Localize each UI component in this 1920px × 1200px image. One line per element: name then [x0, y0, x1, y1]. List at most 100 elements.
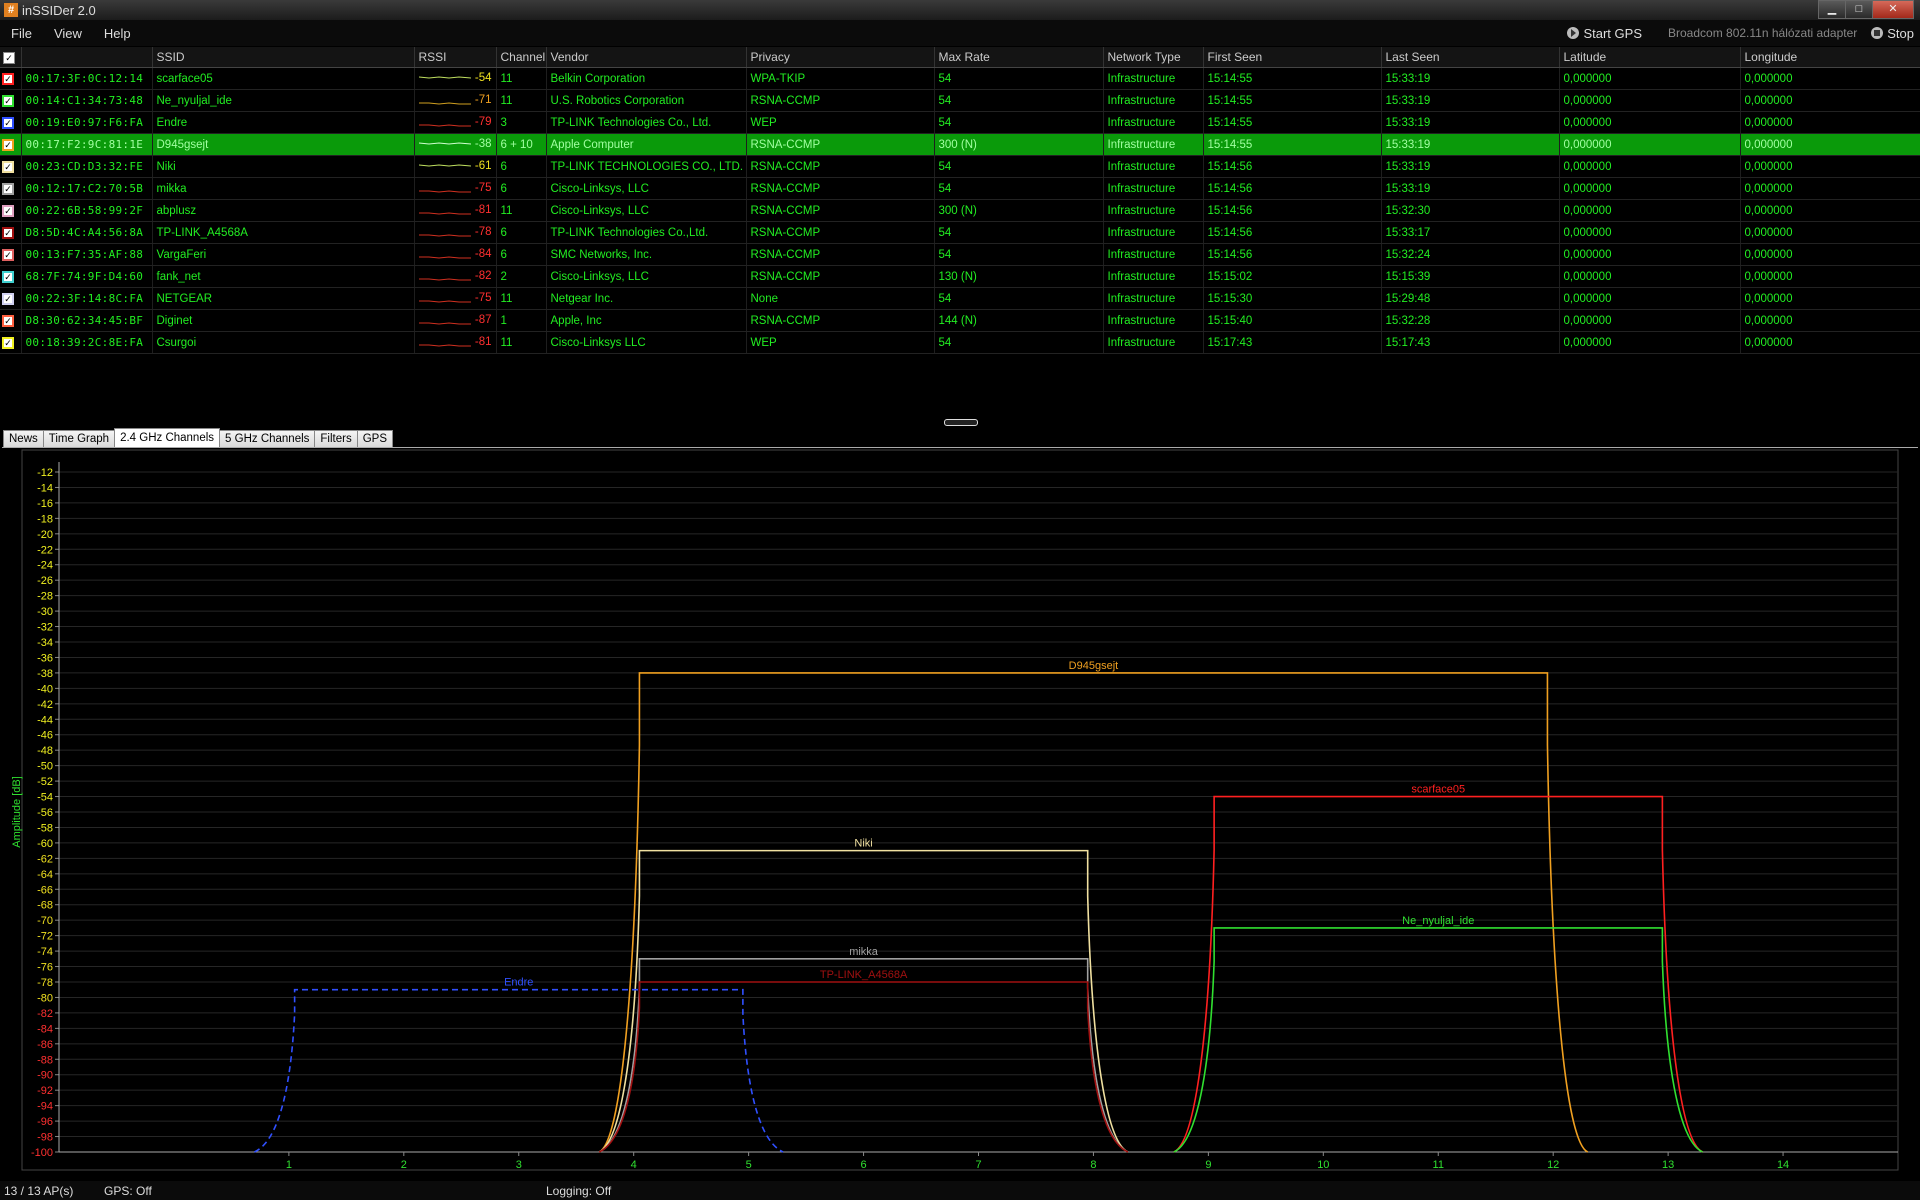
adapter-select[interactable]: Broadcom 802.11n hálózati adapter — [1668, 26, 1857, 40]
rssi-cell: -75 — [414, 287, 497, 310]
col-vendor[interactable]: Vendor — [546, 47, 747, 68]
series-d945gsejt — [598, 672, 1589, 1153]
network-row[interactable]: ✓ D8:5D:4C:A4:56:8A TP-LINK_A4568A -78 6 TP-L… — [0, 221, 1920, 244]
privacy-cell: WPA-TKIP — [746, 67, 935, 90]
row-checkbox-cell[interactable]: ✓ — [0, 155, 22, 178]
last-seen-cell: 15:33:19 — [1381, 133, 1560, 156]
row-checkbox[interactable]: ✓ — [2, 314, 14, 327]
row-checkbox[interactable]: ✓ — [2, 160, 14, 173]
tab-filters[interactable]: Filters — [314, 430, 358, 448]
network-row[interactable]: ✓ D8:30:62:34:45:BF Diginet -87 1 Apple, Inc R… — [0, 309, 1920, 332]
x-tick-label: 2 — [401, 1159, 407, 1171]
col-max-rate[interactable]: Max Rate — [934, 47, 1104, 68]
minimize-button[interactable]: ▁ — [1818, 0, 1846, 19]
privacy-cell: RSNA-CCMP — [746, 177, 935, 200]
longitude-cell: 0,000000 — [1740, 67, 1920, 90]
tab-gps[interactable]: GPS — [356, 430, 394, 448]
row-checkbox-cell[interactable]: ✓ — [0, 221, 22, 244]
network-row[interactable]: ✓ 00:14:C1:34:73:48 Ne_nyuljal_ide -71 11 U.S… — [0, 89, 1920, 112]
maximize-button[interactable]: □ — [1845, 0, 1873, 19]
max-rate-cell: 300 (N) — [934, 133, 1104, 156]
tab-5ghz-channels[interactable]: 5 GHz Channels — [219, 430, 316, 448]
menu-help[interactable]: Help — [93, 26, 142, 41]
network-row[interactable]: ✓ 00:12:17:C2:70:5B mikka -75 6 Cisco-Linksys… — [0, 177, 1920, 200]
tab-news[interactable]: News — [3, 430, 44, 448]
vendor-cell: Cisco-Linksys LLC — [546, 331, 747, 354]
network-row[interactable]: ✓ 00:13:F7:35:AF:88 VargaFeri -84 6 SMC Netwo… — [0, 243, 1920, 266]
menu-file[interactable]: File — [0, 26, 43, 41]
network-row[interactable]: ✓ 00:23:CD:D3:32:FE Niki -61 6 TP-LINK TECHNO… — [0, 155, 1920, 178]
col-first-seen[interactable]: First Seen — [1203, 47, 1382, 68]
tab-time-graph[interactable]: Time Graph — [42, 430, 116, 448]
select-all-checkbox[interactable]: ✓ — [3, 52, 15, 64]
start-gps-button[interactable]: Start GPS — [1567, 26, 1642, 41]
col-latitude[interactable]: Latitude — [1559, 47, 1741, 68]
rssi-value: -75 — [474, 292, 492, 304]
row-checkbox-cell[interactable]: ✓ — [0, 243, 22, 266]
col-channel[interactable]: Channel — [496, 47, 547, 68]
row-checkbox[interactable]: ✓ — [2, 182, 14, 195]
row-checkbox-cell[interactable]: ✓ — [0, 331, 22, 354]
network-row[interactable]: ✓ 00:18:39:2C:8E:FA Csurgoi -81 11 Cisco-Link… — [0, 331, 1920, 354]
ssid-cell: D945gsejt — [152, 133, 415, 156]
col-privacy[interactable]: Privacy — [746, 47, 935, 68]
menu-view[interactable]: View — [43, 26, 93, 41]
row-checkbox[interactable]: ✓ — [2, 138, 14, 151]
network-row[interactable]: ✓ 00:22:3F:14:8C:FA NETGEAR -75 11 Netgear In… — [0, 287, 1920, 310]
row-checkbox[interactable]: ✓ — [2, 248, 14, 261]
network-row[interactable]: ✓ 00:17:3F:0C:12:14 scarface05 -54 11 Belkin … — [0, 67, 1920, 90]
vendor-cell: Netgear Inc. — [546, 287, 747, 310]
row-checkbox-cell[interactable]: ✓ — [0, 265, 22, 288]
mac-cell: 00:23:CD:D3:32:FE — [21, 155, 153, 178]
tab-2-4ghz-channels[interactable]: 2.4 GHz Channels — [114, 428, 221, 448]
row-checkbox-cell[interactable]: ✓ — [0, 133, 22, 156]
y-tick-label: -56 — [37, 807, 53, 819]
network-row[interactable]: ✓ 00:22:6B:58:99:2F abplusz -81 11 Cisco-Link… — [0, 199, 1920, 222]
row-checkbox[interactable]: ✓ — [2, 94, 14, 107]
network-type-cell: Infrastructure — [1103, 221, 1204, 244]
row-checkbox[interactable]: ✓ — [2, 292, 14, 305]
y-tick-label: -100 — [31, 1147, 53, 1159]
rssi-sparkline — [418, 142, 471, 145]
network-row[interactable]: ✓ 00:19:E0:97:F6:FA Endre -79 3 TP-LINK Techn… — [0, 111, 1920, 134]
col-ssid[interactable]: SSID — [152, 47, 415, 68]
max-rate-cell: 54 — [934, 287, 1104, 310]
network-row[interactable]: ✓ 68:7F:74:9F:D4:60 fank_net -82 2 Cisco-Link… — [0, 265, 1920, 288]
col-network-type[interactable]: Network Type — [1103, 47, 1204, 68]
longitude-cell: 0,000000 — [1740, 265, 1920, 288]
rssi-sparkline — [418, 212, 471, 215]
network-row[interactable]: ✓ 00:17:F2:9C:81:1E D945gsejt -38 6 + 10 Appl… — [0, 133, 1920, 156]
rssi-sparkline — [418, 234, 471, 237]
row-checkbox-cell[interactable]: ✓ — [0, 111, 22, 134]
col-rssi[interactable]: RSSI — [414, 47, 497, 68]
row-checkbox[interactable]: ✓ — [2, 226, 14, 239]
y-tick-label: -68 — [37, 900, 53, 912]
row-checkbox-cell[interactable]: ✓ — [0, 287, 22, 310]
pane-splitter[interactable] — [944, 419, 978, 426]
col-last-seen[interactable]: Last Seen — [1381, 47, 1560, 68]
rssi-value: -38 — [474, 138, 492, 150]
close-button[interactable]: ✕ — [1872, 0, 1914, 19]
row-checkbox[interactable]: ✓ — [2, 270, 14, 283]
row-checkbox[interactable]: ✓ — [2, 116, 14, 129]
row-checkbox-cell[interactable]: ✓ — [0, 309, 22, 332]
row-checkbox[interactable]: ✓ — [2, 336, 14, 349]
row-checkbox-cell[interactable]: ✓ — [0, 199, 22, 222]
col-longitude[interactable]: Longitude — [1740, 47, 1920, 68]
rssi-cell: -61 — [414, 155, 497, 178]
select-all-checkbox-cell[interactable]: ✓ — [0, 47, 22, 68]
row-checkbox[interactable]: ✓ — [2, 72, 14, 85]
row-checkbox-cell[interactable]: ✓ — [0, 89, 22, 112]
row-checkbox-cell[interactable]: ✓ — [0, 67, 22, 90]
ssid-cell: fank_net — [152, 265, 415, 288]
row-checkbox[interactable]: ✓ — [2, 204, 14, 217]
first-seen-cell: 15:14:56 — [1203, 199, 1382, 222]
stop-button[interactable]: Stop — [1871, 26, 1920, 41]
rssi-value: -71 — [474, 94, 492, 106]
x-tick-label: 13 — [1662, 1159, 1674, 1171]
row-checkbox-cell[interactable]: ✓ — [0, 177, 22, 200]
mac-cell: 00:18:39:2C:8E:FA — [21, 331, 153, 354]
rssi-cell: -38 — [414, 133, 497, 156]
series-label: Niki — [854, 838, 872, 850]
col-mac[interactable] — [21, 47, 153, 68]
